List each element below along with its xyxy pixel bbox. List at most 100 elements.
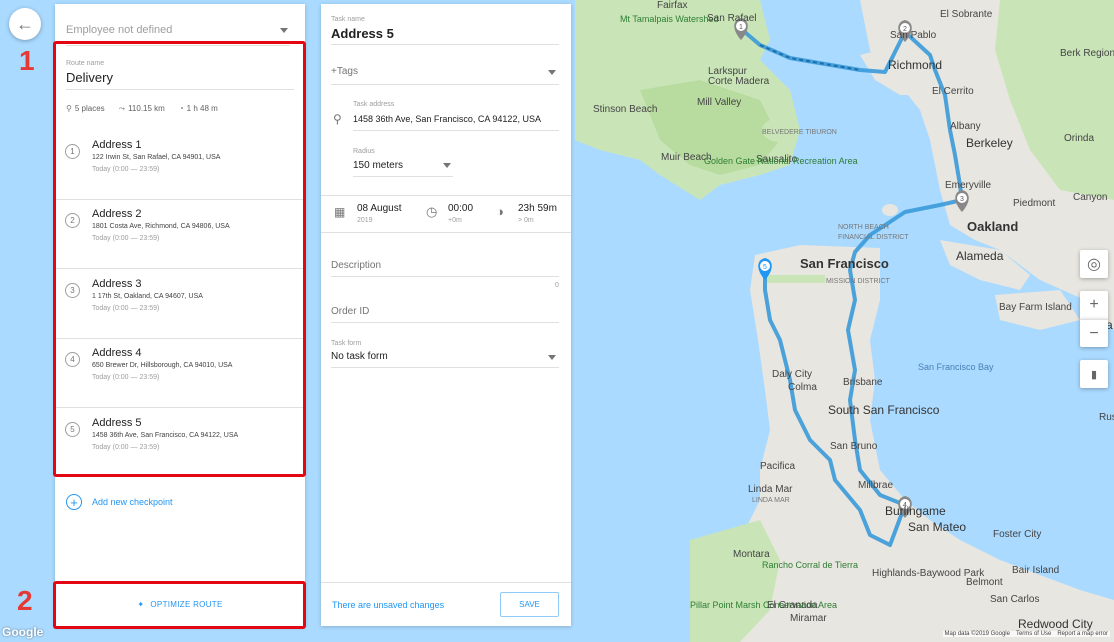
map-footer: Map data ©2019 Google Terms of Use Repor… [942,631,1110,637]
chevron-down-icon [280,28,288,33]
task-time-offset: +0m [448,217,462,224]
task-year: 2019 [357,217,373,224]
radius-select[interactable]: 150 meters [353,160,403,171]
map-label-berkeley: Berkeley [966,136,1013,150]
map-label-emeryville: Emeryville [945,180,992,191]
svg-text:5: 5 [763,264,767,271]
save-button[interactable]: SAVE [500,592,559,617]
map-label-fairfax: Fairfax [657,0,688,11]
map-label-bair-island: Bair Island [1012,565,1060,576]
map-label-pillar-point: Pillar Point Marsh Conservation Area [690,600,837,610]
location-pin-icon: ⚲ [333,112,342,126]
divider [353,176,453,177]
task-address-input[interactable]: 1458 36th Ave, San Francisco, CA 94122, … [353,114,541,124]
map-label-san-francisco: San Francisco [800,256,889,271]
task-name-input[interactable]: Address 5 [331,26,394,41]
divider [321,195,571,196]
map-label-golden-gate: Golden Gate National Recreation Area [704,156,858,166]
back-button[interactable]: ← [9,8,41,40]
add-checkpoint-button[interactable]: + Add new checkpoint [66,494,173,510]
task-duration[interactable]: 23h 59m [518,203,557,214]
map-label-san-rafael: San Rafael [707,13,757,24]
locate-me-button[interactable]: ◎ [1080,250,1108,278]
report-error-link[interactable]: Report a map error [1057,631,1108,637]
divider [353,130,559,131]
map-label-orinda: Orinda [1064,133,1095,144]
map-label-san-bruno: San Bruno [830,441,878,452]
map-label-redwood-city: Redwood City [1018,617,1093,631]
map-label-albany: Albany [950,121,981,132]
map-label-burlingame: Burlingame [885,504,946,518]
map-label-berk-region: Berk Region [1060,48,1114,59]
map-label-san-carlos: San Carlos [990,594,1040,605]
map-label-san-pablo: San Pablo [890,30,937,41]
map-label-brisbane: Brisbane [843,377,883,388]
map-type-button[interactable]: ▮ [1080,360,1108,388]
map-data-credit: Map data ©2019 Google [944,631,1010,637]
google-logo: Google [2,625,44,639]
map-label-mill-valley: Mill Valley [697,97,742,108]
highlight-box-route [53,41,306,477]
arrow-left-icon: ← [16,13,34,34]
map-label-millbrae: Millbrae [858,480,894,491]
map-label-richmond: Richmond [888,58,943,72]
step-annotation-2: 2 [17,585,33,616]
chevron-down-icon [443,163,451,168]
step-annotation-1: 1 [19,45,35,76]
map-label-linda-mar: Linda Mar [748,484,793,495]
task-name-label: Task name [331,16,365,23]
map-label-sf-bay: San Francisco Bay [918,362,994,372]
map-label-linda-mar-caps: LINDA MAR [752,497,790,504]
zoom-in-button[interactable]: + [1080,291,1108,319]
task-address-label: Task address [353,101,395,108]
crosshair-icon: ◎ [1087,256,1101,273]
map-label-belmont: Belmont [966,577,1003,588]
map-label-pacifica: Pacifica [760,461,796,472]
calendar-icon: ▦ [334,205,346,219]
map-label-oakland: Oakland [967,219,1019,234]
task-duration-sub: > 0m [518,217,534,224]
map-label-mission: MISSION DISTRICT [826,278,890,285]
map-label-miramar: Miramar [790,613,827,624]
tags-select[interactable]: +Tags [331,66,358,77]
radius-label: Radius [353,148,375,155]
description-input[interactable]: Description [331,260,381,271]
map-label-corte-madera: Corte Madera [708,76,770,87]
map-label-daly-city: Daly City [772,369,813,380]
map-label-piedmont: Piedmont [1013,198,1056,209]
chevron-down-icon [548,70,556,75]
divider [331,322,559,323]
map-label-el-cerrito: El Cerrito [932,86,974,97]
map-layers-icon: ▮ [1090,368,1098,381]
task-time[interactable]: 00:00 [448,203,473,214]
terms-link[interactable]: Terms of Use [1016,631,1051,637]
task-date[interactable]: 08 August [357,203,401,214]
map-label-foster-city: Foster City [993,529,1042,540]
svg-text:1: 1 [739,24,743,31]
task-panel: Task name Address 5 +Tags Task address ⚲… [321,4,571,626]
chevron-down-icon [548,355,556,360]
task-form-select[interactable]: No task form [331,351,388,362]
highlight-box-optimize [53,581,306,629]
map-label-el-granada: El Granada [767,600,818,611]
map-label-alameda: Alameda [956,249,1004,263]
divider [321,232,571,233]
order-id-input[interactable]: Order ID [331,306,369,317]
duration-icon: ◑ [496,204,504,219]
add-checkpoint-label: Add new checkpoint [92,497,173,507]
unsaved-changes-notice: There are unsaved changes [332,600,445,610]
zoom-out-button[interactable]: − [1080,319,1108,347]
map-label-san-mateo: San Mateo [908,520,967,534]
map-label-highlands: Highlands-Baywood Park [872,568,985,579]
divider [321,582,571,583]
map-label-canyon: Canyon [1073,192,1108,203]
clock-icon: ◷ [426,204,438,219]
description-counter: 0 [555,282,559,289]
map-label-financial: FINANCIAL DISTRICT [838,234,909,241]
map-label-rus: Rus [1099,412,1114,423]
minus-icon: − [1089,324,1099,342]
map-label-colma: Colma [788,382,817,393]
map-label-stinson-beach: Stinson Beach [593,104,658,115]
map-label-montara: Montara [733,549,770,560]
svg-text:3: 3 [960,196,964,203]
